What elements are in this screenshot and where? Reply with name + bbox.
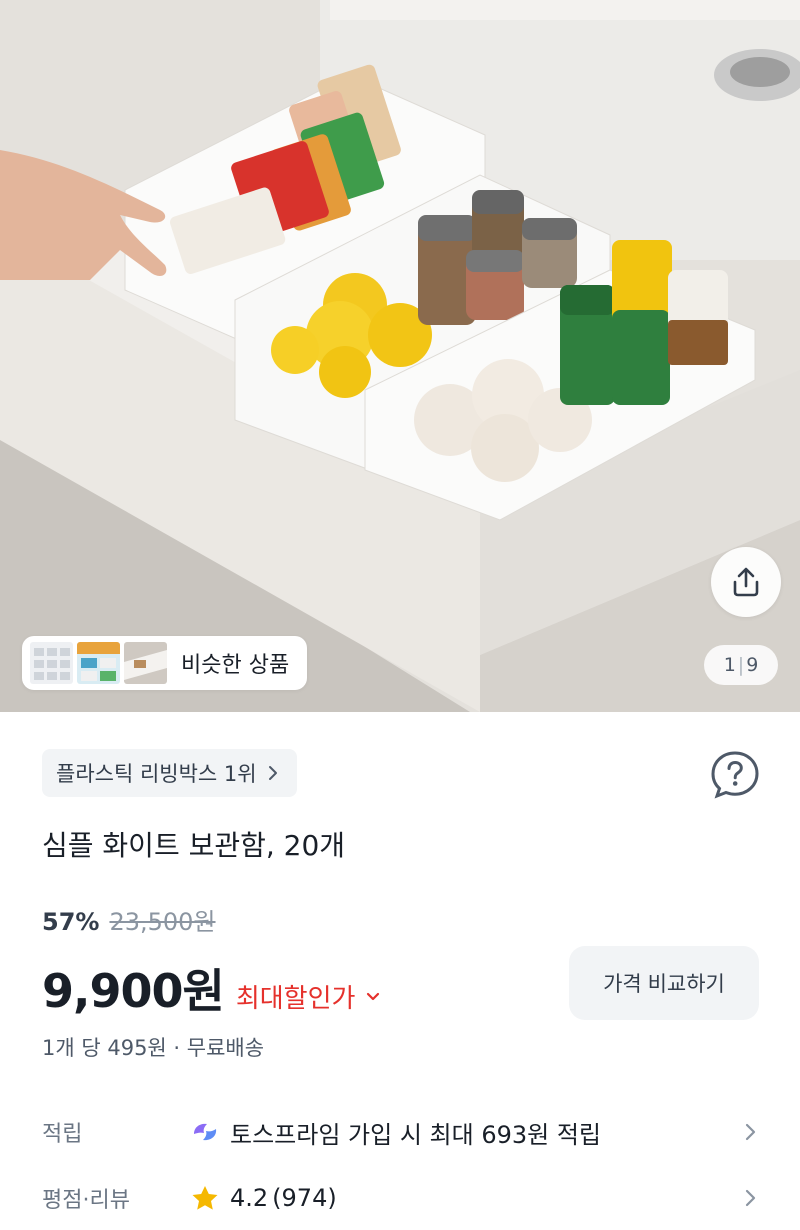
chevron-right-icon [745,1189,756,1207]
help-icon[interactable] [709,749,761,801]
similar-thumbnail [77,642,120,684]
chevron-down-icon [367,992,380,1000]
similar-thumbnails [30,642,167,684]
product-image[interactable]: 비슷한 상품 1 | 9 [0,0,800,712]
unit-price-shipping: 1개 당 495원 · 무료배송 [42,1036,265,1060]
similar-thumbnail [30,642,73,684]
similar-thumbnail [124,642,167,684]
points-value-group: 토스프라임 가입 시 최대 693원 적립 [190,1115,744,1150]
image-counter: 1 | 9 [704,645,778,685]
sale-price: 9,900원 [42,964,225,1018]
review-count: (974) [272,1184,337,1212]
rating-score: 4.2 [230,1184,269,1212]
similar-products-button[interactable]: 비슷한 상품 [22,636,308,690]
original-price: 23,500원 [109,908,216,936]
points-value: 토스프라임 가입 시 최대 693원 적립 [230,1120,601,1149]
chevron-right-icon [268,766,277,780]
share-icon [733,567,759,597]
chevron-right-icon [745,1123,756,1141]
points-row[interactable]: 적립 토스프라임 가입 시 최대 693원 적립 [42,1107,758,1157]
toss-prime-icon [194,1123,217,1141]
similar-products-label: 비슷한 상품 [181,653,290,678]
share-button[interactable] [711,547,781,617]
best-price-label: 최대할인가 [235,984,356,1014]
image-counter-total: 9 [746,654,759,676]
star-icon [192,1186,218,1210]
rating-group: 4.2 (974) [190,1184,744,1212]
points-label: 적립 [42,1122,83,1147]
product-title: 심플 화이트 보관함, 20개 [42,829,346,862]
category-rank-label: 플라스틱 리빙박스 1위 [56,762,257,786]
rating-review-row[interactable]: 평점·리뷰 4.2 (974) [42,1173,758,1223]
discount-row: 57% 23,500원 [42,902,216,937]
best-price-dropdown[interactable]: 최대할인가 [236,978,382,1015]
product-photo [0,0,800,712]
price-row: 9,900원 최대할인가 [42,955,381,1021]
image-counter-current: 1 [723,654,736,676]
rating-review-label: 평점·리뷰 [42,1188,130,1213]
compare-price-button[interactable]: 가격 비교하기 [569,946,759,1020]
discount-rate: 57% [42,908,100,936]
category-rank-chip[interactable]: 플라스틱 리빙박스 1위 [42,749,297,797]
image-counter-separator: | [737,654,745,676]
